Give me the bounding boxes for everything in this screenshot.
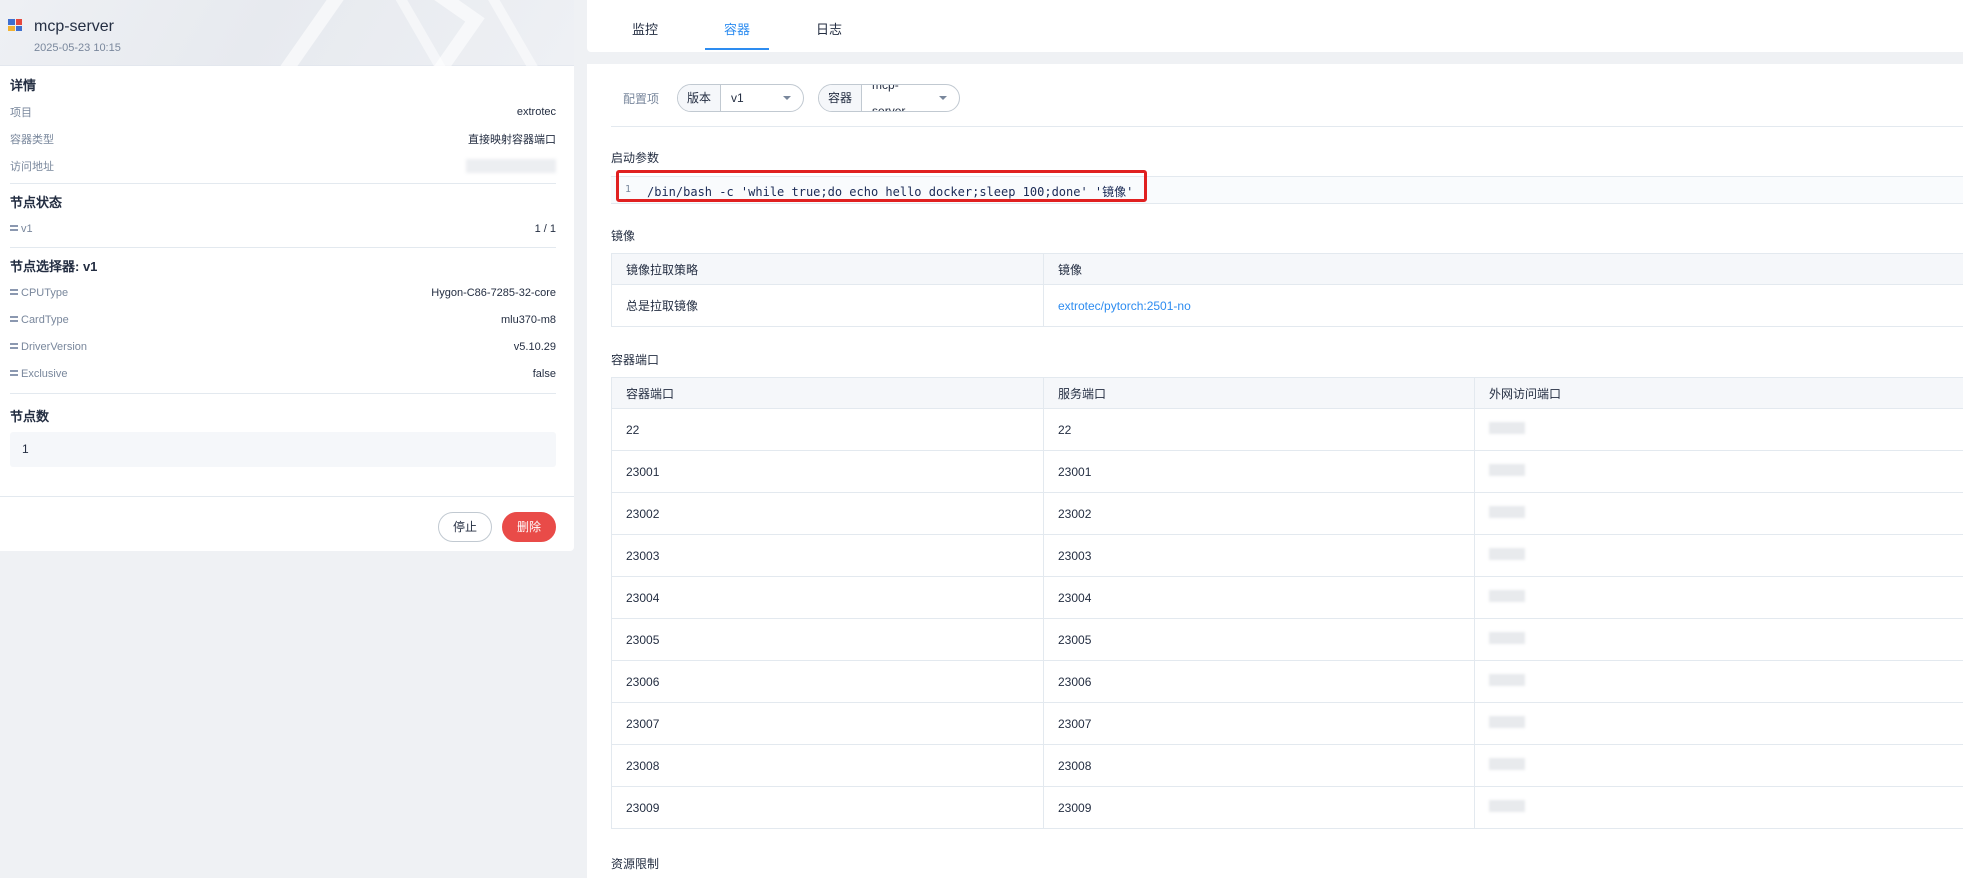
config-bar: 配置项 版本 v1 容器 mcp-server bbox=[623, 84, 974, 112]
redacted-port bbox=[1489, 716, 1525, 728]
redacted-port bbox=[1489, 464, 1525, 476]
selector-row-cardtype: CardType mlu370-m8 bbox=[10, 306, 556, 333]
detail-panel: mcp-server 2025-05-23 10:15 详情 项目 extrot… bbox=[0, 0, 574, 551]
table-row: 23003 23003 bbox=[611, 534, 1963, 577]
node-status-title: 节点状态 bbox=[10, 195, 63, 210]
table-row: 23001 23001 bbox=[611, 450, 1963, 493]
node-status-section: 节点状态 v1 1 / 1 bbox=[0, 184, 574, 242]
chevron-down-icon bbox=[939, 96, 948, 100]
table-row: 23007 23007 bbox=[611, 702, 1963, 745]
container-select[interactable]: 容器 mcp-server bbox=[818, 84, 961, 112]
node-selector-title: 节点选择器: v1 bbox=[10, 259, 98, 274]
selector-row-driverversion: DriverVersion v5.10.29 bbox=[10, 333, 556, 360]
ports-table: 容器端口 服务端口 外网访问端口 22 22 23001 23001 23002 23… bbox=[611, 377, 1963, 829]
highlight-box bbox=[616, 170, 1147, 202]
node-status-row: v1 1 / 1 bbox=[10, 215, 556, 242]
redacted-port bbox=[1489, 506, 1525, 518]
redacted-port bbox=[1489, 548, 1525, 560]
delete-button[interactable]: 删除 bbox=[501, 512, 556, 542]
redacted-port bbox=[1489, 422, 1525, 434]
detail-row-access-address: 访问地址 bbox=[10, 152, 556, 179]
image-link[interactable]: extrotec/pytorch:2501-no bbox=[1043, 284, 1963, 327]
table-row: 23008 23008 bbox=[611, 744, 1963, 787]
table-row: 23005 23005 bbox=[611, 618, 1963, 661]
chevron-down-icon bbox=[783, 96, 792, 100]
redacted-port bbox=[1489, 632, 1525, 644]
tab-container[interactable]: 容器 bbox=[724, 19, 750, 38]
tag-icon bbox=[10, 315, 18, 322]
stop-button[interactable]: 停止 bbox=[437, 512, 492, 542]
table-row: 23002 23002 bbox=[611, 492, 1963, 535]
app-icon bbox=[8, 19, 22, 31]
redacted-port bbox=[1489, 674, 1525, 686]
active-tab-indicator bbox=[705, 48, 769, 50]
table-row: 总是拉取镜像 extrotec/pytorch:2501-no bbox=[611, 284, 1963, 327]
tab-bar: 监控 容器 日志 bbox=[587, 0, 1963, 52]
table-row: 22 22 bbox=[611, 408, 1963, 451]
image-table: 镜像拉取策略 镜像 总是拉取镜像 extrotec/pytorch:2501-n… bbox=[611, 253, 1963, 327]
app-title: mcp-server bbox=[34, 18, 115, 35]
redacted-port bbox=[1489, 758, 1525, 770]
detail-row-container-type: 容器类型 直接映射容器端口 bbox=[10, 133, 556, 146]
container-content: 配置项 版本 v1 容器 mcp-server 启动参数 1 /bin/bash… bbox=[587, 64, 1963, 878]
resources-label: 资源限制 bbox=[611, 857, 660, 871]
selector-row-exclusive: Exclusive false bbox=[10, 360, 556, 387]
tab-logs[interactable]: 日志 bbox=[816, 19, 842, 38]
node-count-value: 1 bbox=[10, 432, 556, 467]
redacted-port bbox=[1489, 590, 1525, 602]
redacted-port bbox=[1489, 800, 1525, 812]
image-pull-policy: 总是拉取镜像 bbox=[611, 284, 1044, 327]
node-count-section: 节点数 bbox=[0, 394, 574, 426]
app-header: mcp-server 2025-05-23 10:15 bbox=[0, 0, 574, 183]
node-selector-section: 节点选择器: v1 CPUType Hygon-C86-7285-32-core… bbox=[0, 248, 574, 387]
tag-icon bbox=[10, 224, 18, 231]
ports-label: 容器端口 bbox=[611, 353, 660, 367]
tab-monitor[interactable]: 监控 bbox=[632, 19, 658, 38]
node-count-title: 节点数 bbox=[10, 409, 50, 424]
action-buttons: 停止 删除 bbox=[437, 512, 556, 542]
tag-icon bbox=[10, 369, 18, 376]
redacted-address bbox=[466, 158, 556, 173]
tag-icon bbox=[10, 342, 18, 349]
startup-label: 启动参数 bbox=[611, 151, 660, 165]
table-row: 23004 23004 bbox=[611, 576, 1963, 619]
selector-row-cputype: CPUType Hygon-C86-7285-32-core bbox=[10, 279, 556, 306]
table-row: 23006 23006 bbox=[611, 660, 1963, 703]
version-select[interactable]: 版本 v1 bbox=[677, 84, 805, 112]
tag-icon bbox=[10, 288, 18, 295]
config-label: 配置项 bbox=[623, 91, 660, 106]
app-created-time: 2025-05-23 10:15 bbox=[34, 42, 121, 54]
image-label: 镜像 bbox=[611, 229, 636, 243]
table-row: 23009 23009 bbox=[611, 786, 1963, 829]
